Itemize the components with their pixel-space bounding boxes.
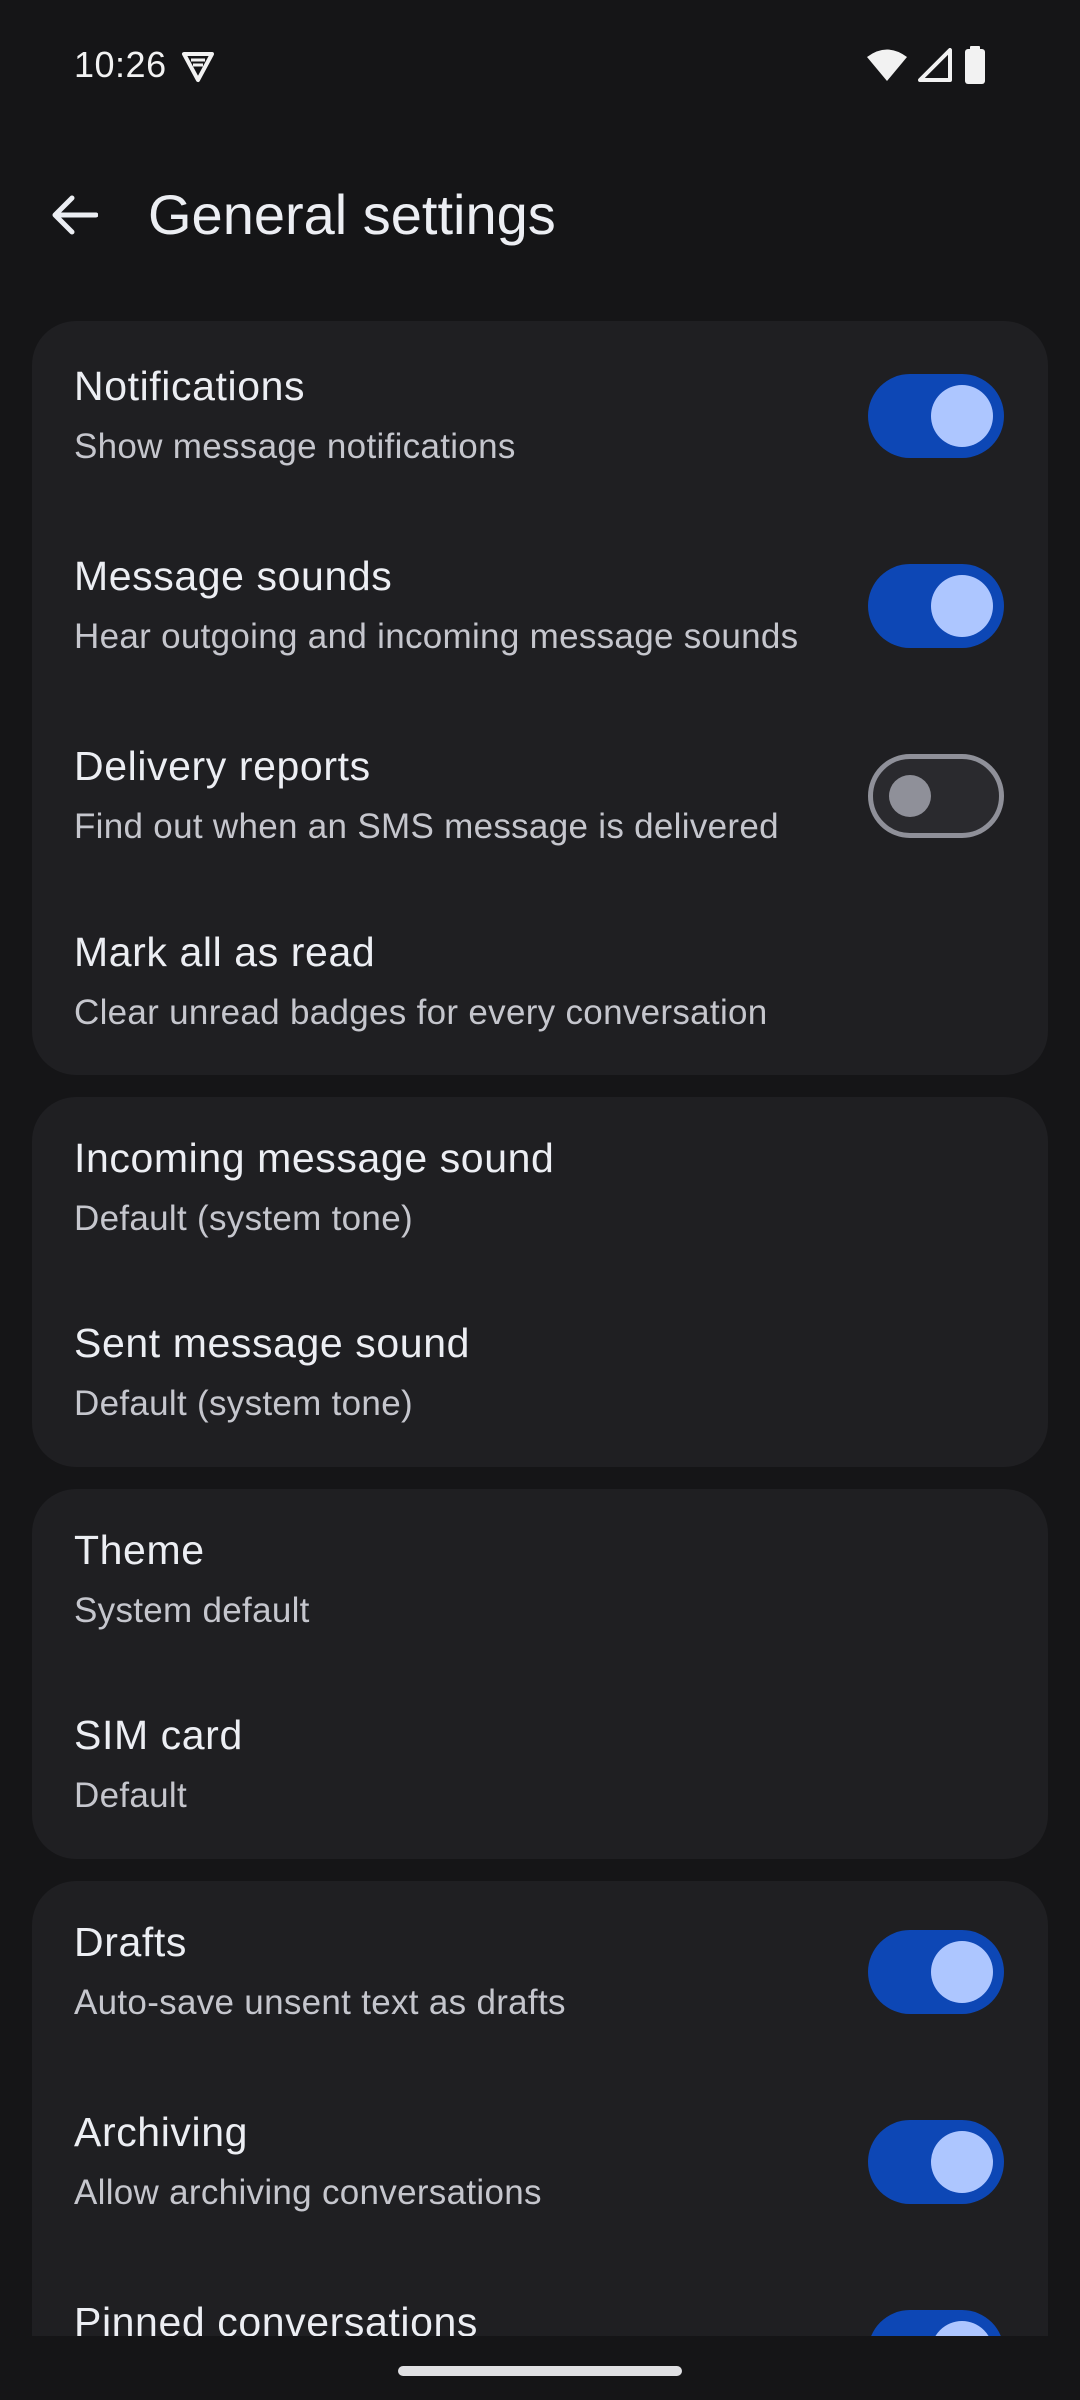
drafts-toggle[interactable] xyxy=(868,1930,1004,2014)
message-sounds-toggle[interactable] xyxy=(868,564,1004,648)
delivery-reports-toggle[interactable] xyxy=(868,754,1004,838)
setting-title: SIM card xyxy=(74,1712,243,1758)
setting-subtitle: System default xyxy=(74,1591,310,1630)
toggle-knob xyxy=(931,575,993,637)
app-bar: General settings xyxy=(0,150,1080,280)
setting-delivery-reports[interactable]: Delivery reports Find out when an SMS me… xyxy=(32,701,1048,891)
setting-mark-all-as-read[interactable]: Mark all as read Clear unread badges for… xyxy=(32,889,1048,1079)
setting-incoming-message-sound[interactable]: Incoming message sound Default (system t… xyxy=(32,1097,1048,1287)
cell-signal-icon xyxy=(918,48,952,82)
page-title: General settings xyxy=(148,183,556,246)
setting-subtitle: Default (system tone) xyxy=(74,1199,413,1238)
setting-drafts[interactable]: Drafts Auto-save unsent text as drafts xyxy=(32,1881,1048,2071)
settings-group-conversations: Drafts Auto-save unsent text as drafts A… xyxy=(32,1881,1048,2336)
status-bar: 10:26 xyxy=(0,0,1080,130)
notifications-toggle[interactable] xyxy=(868,374,1004,458)
setting-pinned-conversations[interactable]: Pinned conversations xyxy=(32,2261,1048,2336)
toggle-knob xyxy=(889,775,931,817)
setting-theme[interactable]: Theme System default xyxy=(32,1489,1048,1679)
arrow-back-icon xyxy=(52,195,98,235)
setting-title: Pinned conversations xyxy=(74,2299,479,2336)
battery-icon xyxy=(965,46,985,84)
gesture-handle[interactable] xyxy=(398,2366,682,2376)
setting-title: Delivery reports xyxy=(74,743,371,789)
setting-archiving[interactable]: Archiving Allow archiving conversations xyxy=(32,2071,1048,2261)
settings-group-appearance: Theme System default SIM card Default xyxy=(32,1489,1048,1859)
archiving-toggle[interactable] xyxy=(868,2120,1004,2204)
setting-subtitle: Allow archiving conversations xyxy=(74,2173,542,2212)
setting-sent-message-sound[interactable]: Sent message sound Default (system tone) xyxy=(32,1282,1048,1472)
back-button[interactable] xyxy=(40,180,110,250)
toggle-knob xyxy=(931,2131,993,2193)
setting-subtitle: Find out when an SMS message is delivere… xyxy=(74,807,779,846)
setting-title: Sent message sound xyxy=(74,1320,470,1366)
setting-title: Theme xyxy=(74,1527,205,1573)
setting-title: Message sounds xyxy=(74,553,393,599)
setting-subtitle: Hear outgoing and incoming message sound… xyxy=(74,617,799,656)
toggle-knob xyxy=(931,1941,993,2003)
setting-subtitle: Clear unread badges for every conversati… xyxy=(74,993,768,1032)
status-icons xyxy=(866,46,1006,86)
settings-group-notifications: Notifications Show message notifications… xyxy=(32,321,1048,1075)
setting-subtitle: Default (system tone) xyxy=(74,1384,413,1423)
setting-subtitle: Auto-save unsent text as drafts xyxy=(74,1983,566,2022)
setting-title: Incoming message sound xyxy=(74,1135,555,1181)
status-time: 10:26 xyxy=(74,44,167,85)
settings-group-sounds: Incoming message sound Default (system t… xyxy=(32,1097,1048,1467)
setting-title: Drafts xyxy=(74,1919,187,1965)
toggle-knob xyxy=(931,2321,993,2336)
setting-sim-card[interactable]: SIM card Default xyxy=(32,1674,1048,1864)
setting-subtitle: Show message notifications xyxy=(74,427,516,466)
pinned-conversations-toggle[interactable] xyxy=(868,2310,1004,2336)
setting-notifications[interactable]: Notifications Show message notifications xyxy=(32,321,1048,511)
setting-message-sounds[interactable]: Message sounds Hear outgoing and incomin… xyxy=(32,511,1048,701)
vpn-shield-icon xyxy=(182,52,214,82)
wifi-icon xyxy=(867,49,907,81)
setting-subtitle: Default xyxy=(74,1776,187,1815)
toggle-knob xyxy=(931,385,993,447)
setting-title: Archiving xyxy=(74,2109,249,2155)
setting-title: Mark all as read xyxy=(74,929,376,975)
setting-title: Notifications xyxy=(74,363,306,409)
